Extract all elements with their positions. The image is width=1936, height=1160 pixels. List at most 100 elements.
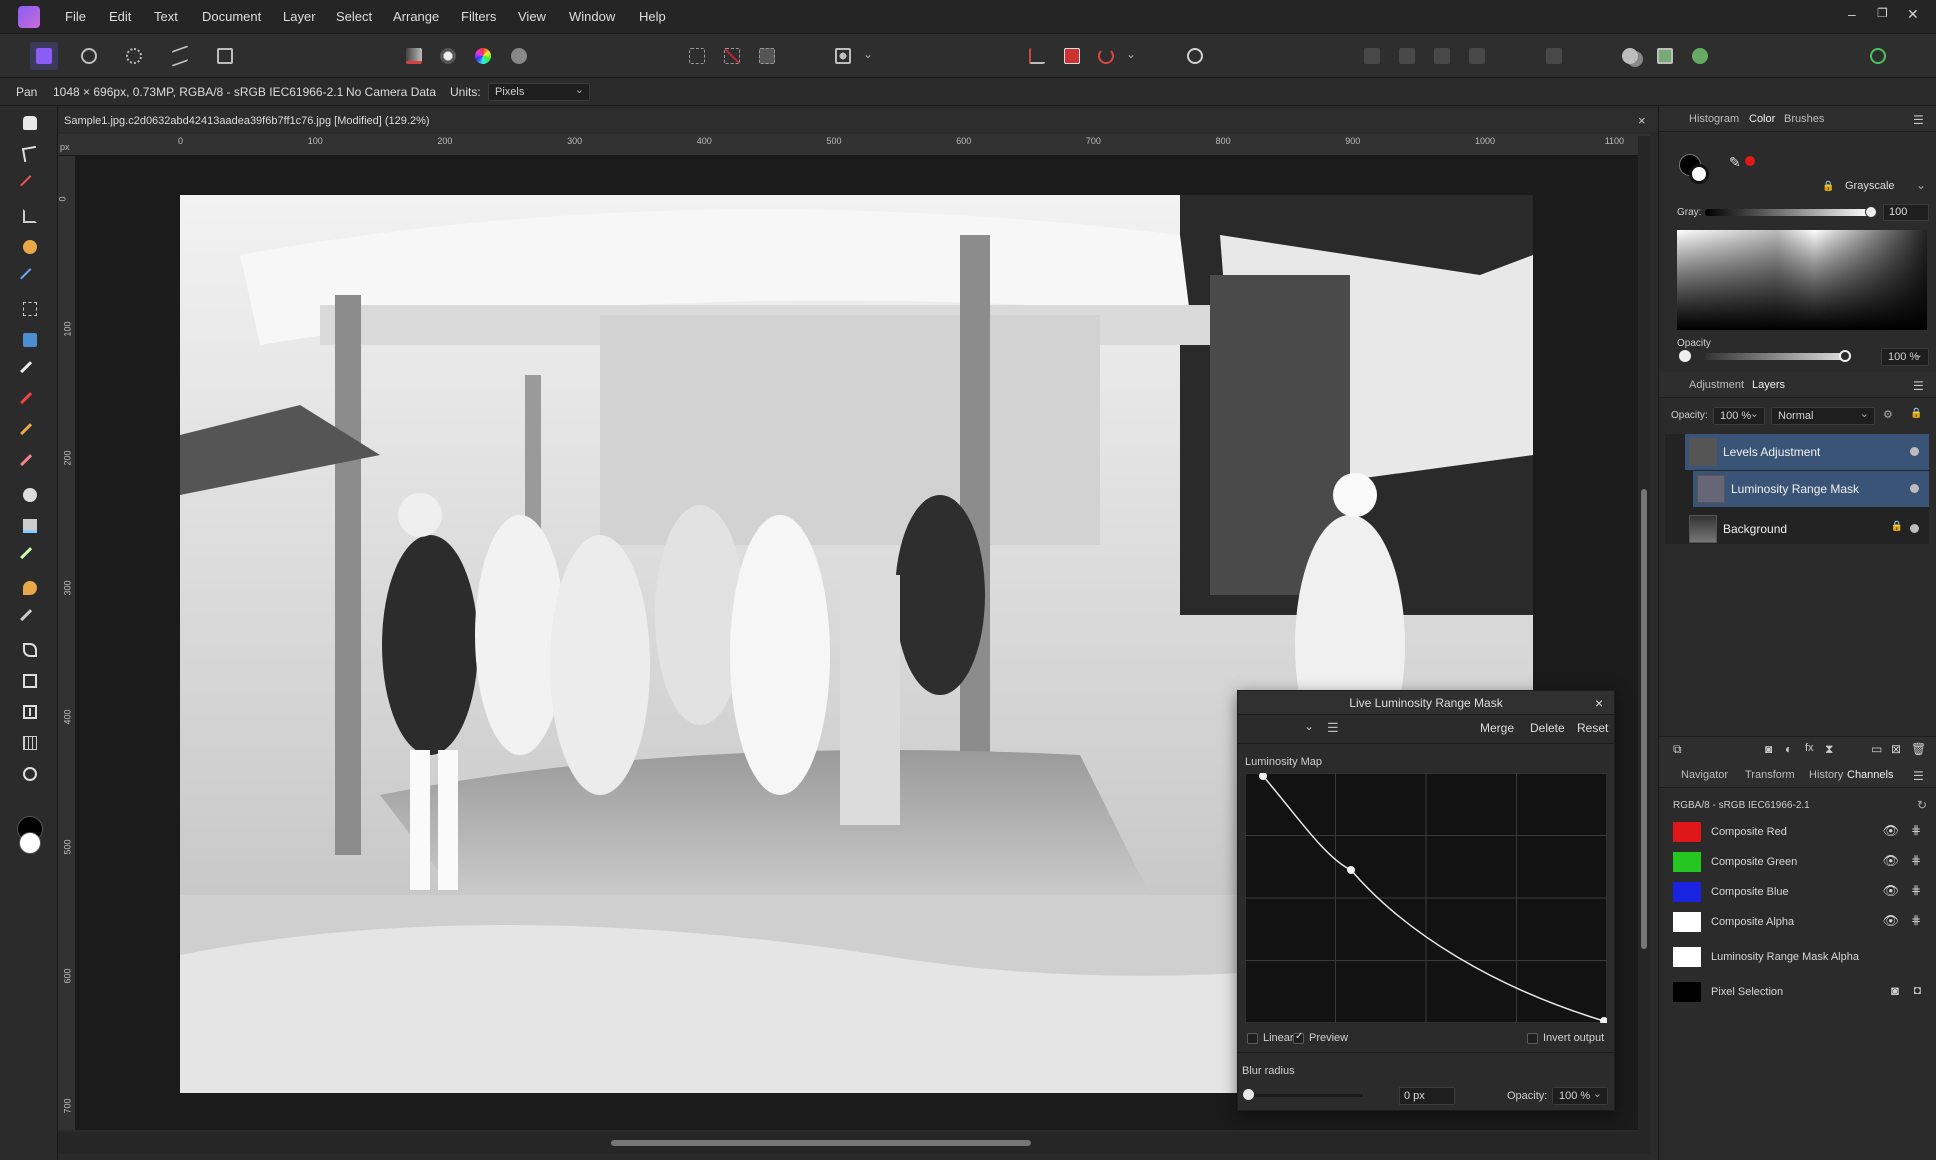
restore-button[interactable]: ❐ (1877, 6, 1888, 20)
preview-checkbox[interactable] (1293, 1031, 1304, 1044)
auto-colors-button[interactable] (469, 42, 497, 70)
vertical-scrollbar[interactable] (1638, 136, 1650, 1132)
arrange-front-button[interactable] (1463, 42, 1491, 70)
smudge-tool[interactable] (19, 577, 41, 599)
channel-pixel-selection[interactable]: Pixel Selection ◙ ◘ (1667, 978, 1931, 1006)
dialog-presets-dropdown-icon[interactable]: ⌄ (1304, 719, 1314, 733)
layer-opacity-field[interactable]: 100 % (1713, 407, 1765, 425)
force-pixel-alignment-button[interactable] (1058, 42, 1086, 70)
menu-filters[interactable]: Filters (461, 9, 496, 24)
eye-icon[interactable]: 👁 (1882, 823, 1899, 839)
tone-mapping-persona-button[interactable] (166, 42, 194, 70)
layer-properties-icon[interactable]: ⧉ (1673, 742, 1682, 757)
stroke-color-swatch[interactable] (1689, 164, 1709, 184)
arrange-forward-button[interactable] (1428, 42, 1456, 70)
healing-brush-tool[interactable] (19, 546, 41, 568)
horizontal-scrollbar[interactable] (58, 1132, 1650, 1154)
document-tab[interactable]: Sample1.jpg.c2d0632abd42413aadea39f6b7ff… (58, 110, 1658, 132)
snapping-button[interactable] (1023, 42, 1051, 70)
tab-adjustment[interactable]: Adjustment (1689, 379, 1744, 391)
color-picker-icon[interactable]: ✎ (1729, 154, 1741, 171)
select-all-button[interactable] (683, 42, 711, 70)
channel-composite-blue[interactable]: Composite Blue 👁 ⋕ (1667, 878, 1931, 906)
feedback-button[interactable] (1181, 42, 1209, 70)
arrange-backward-button[interactable] (1393, 42, 1421, 70)
selection-brush-tool[interactable] (19, 236, 41, 258)
merge-button[interactable]: Merge (1480, 721, 1514, 735)
reset-channels-icon[interactable]: ↻ (1917, 798, 1927, 812)
menu-view[interactable]: View (518, 9, 546, 24)
liquify-persona-button[interactable] (75, 42, 103, 70)
horizontal-scroll-thumb[interactable] (611, 1140, 1031, 1146)
color-opacity-field[interactable]: 100 % (1881, 348, 1929, 366)
layers-panel-menu-icon[interactable]: ☰ (1913, 379, 1924, 393)
live-filter-icon[interactable]: ⧗ (1825, 742, 1833, 757)
eye-icon[interactable]: 👁 (1882, 853, 1899, 869)
rectangle-tool[interactable] (19, 670, 41, 692)
add-pixel-layer-icon[interactable]: ⊠ (1891, 742, 1901, 756)
menu-file[interactable]: File (65, 9, 86, 24)
account-button[interactable] (1864, 42, 1892, 70)
reset-button[interactable]: Reset (1577, 721, 1608, 735)
layer-levels-adjustment[interactable]: Levels Adjustment (1685, 434, 1929, 470)
blur-radius-field[interactable]: 0 px (1399, 1087, 1455, 1105)
quick-mask-button[interactable] (829, 42, 857, 70)
channel-composite-red[interactable]: Composite Red 👁 ⋕ (1667, 818, 1931, 846)
layer-lock-icon[interactable]: 🔒 (1910, 408, 1922, 419)
assistant-button[interactable] (1092, 42, 1120, 70)
levels-toolbar-button[interactable] (400, 42, 428, 70)
insert-inside-button[interactable] (1616, 42, 1644, 70)
quick-mask-dropdown-icon[interactable]: ⌄ (863, 47, 873, 61)
flood-select-tool[interactable] (19, 267, 41, 289)
arrange-back-button[interactable] (1358, 42, 1386, 70)
channels-panel-menu-icon[interactable]: ☰ (1913, 769, 1924, 783)
color-picker-tool[interactable] (19, 174, 41, 196)
layer-luminosity-range-mask[interactable]: Luminosity Range Mask (1693, 471, 1929, 507)
color-opacity-slider-thumb[interactable] (1839, 350, 1851, 362)
develop-persona-button[interactable] (120, 42, 148, 70)
selection-settings-icon[interactable]: ◘ (1914, 983, 1921, 997)
menu-select[interactable]: Select (336, 9, 372, 24)
menu-arrange[interactable]: Arrange (393, 9, 439, 24)
close-dialog-button[interactable]: × (1595, 695, 1603, 711)
vertical-scroll-thumb[interactable] (1641, 489, 1647, 949)
dialog-menu-icon[interactable]: ☰ (1327, 720, 1339, 736)
gray-slider[interactable] (1705, 209, 1871, 216)
close-window-button[interactable]: ✕ (1907, 6, 1919, 23)
units-select[interactable]: Pixels (488, 83, 590, 101)
layer-background[interactable]: Background 🔒 (1685, 511, 1929, 547)
layer-visibility-dot[interactable] (1910, 524, 1919, 533)
tab-transform[interactable]: Transform (1745, 769, 1795, 781)
dodge-tool[interactable] (19, 484, 41, 506)
pixel-tool[interactable] (19, 360, 41, 382)
color-opacity-slider[interactable] (1705, 353, 1845, 360)
white-balance-button[interactable] (505, 42, 533, 70)
zoom-tool[interactable] (19, 763, 41, 785)
photo-persona-button[interactable] (30, 42, 58, 70)
secondary-color-swatch[interactable] (19, 832, 41, 854)
menu-window[interactable]: Window (569, 9, 615, 24)
lock-icon[interactable]: 🔒 (1822, 181, 1834, 192)
insert-top-button[interactable] (1686, 42, 1714, 70)
tab-brushes[interactable]: Brushes (1784, 113, 1824, 125)
menu-help[interactable]: Help (639, 9, 666, 24)
flood-fill-tool[interactable] (19, 329, 41, 351)
channel-composite-green[interactable]: Composite Green 👁 ⋕ (1667, 848, 1931, 876)
eye-icon[interactable]: 👁 (1882, 883, 1899, 899)
auto-contrast-button[interactable] (434, 42, 462, 70)
menu-text[interactable]: Text (154, 9, 178, 24)
view-tool[interactable] (19, 112, 41, 134)
clone-brush-tool[interactable] (19, 515, 41, 537)
layer-visibility-dot[interactable] (1910, 484, 1919, 493)
delete-button[interactable]: Delete (1530, 721, 1565, 735)
blur-radius-slider-thumb[interactable] (1243, 1089, 1254, 1100)
tab-channels[interactable]: Channels (1847, 769, 1893, 781)
minimize-button[interactable]: – (1848, 6, 1856, 22)
fx-icon[interactable]: fx (1805, 742, 1814, 754)
pen-tool[interactable] (19, 639, 41, 661)
luminosity-curve-editor[interactable] (1245, 773, 1607, 1023)
gray-value-field[interactable]: 100 (1883, 204, 1929, 221)
gray-slider-thumb[interactable] (1865, 206, 1877, 218)
selection-mask-icon[interactable]: ◙ (1891, 983, 1899, 998)
eye-icon[interactable]: 👁 (1882, 913, 1899, 929)
